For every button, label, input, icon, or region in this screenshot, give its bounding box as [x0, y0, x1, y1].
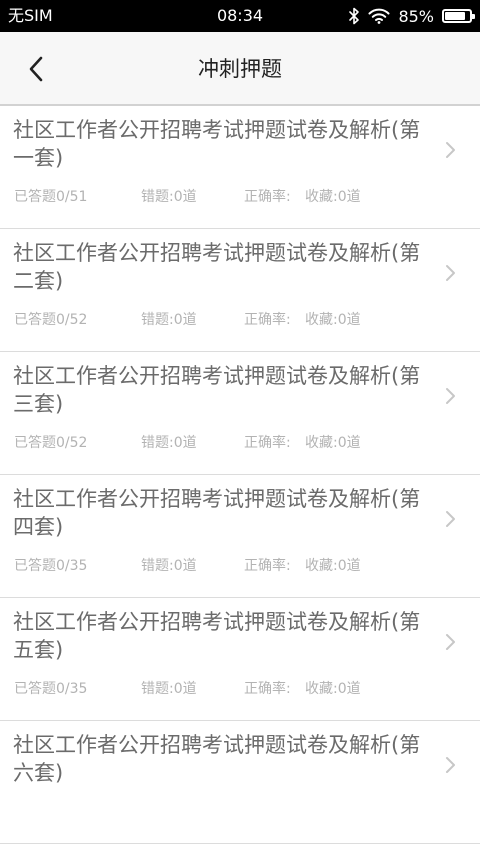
list-item[interactable]: 社区工作者公开招聘考试押题试卷及解析(第三套) 已答题0/52 错题:0道 正确… — [0, 352, 480, 475]
chevron-right-icon — [446, 757, 455, 773]
exam-title: 社区工作者公开招聘考试押题试卷及解析(第四套) — [13, 487, 421, 539]
favorites-count: 收藏:0道 — [305, 681, 361, 697]
nav-bar: 冲刺押题 — [0, 32, 480, 106]
favorites-count: 收藏:0道 — [305, 312, 361, 328]
correct-rate: 正确率: — [244, 312, 291, 328]
exam-title: 社区工作者公开招聘考试押题试卷及解析(第三套) — [13, 364, 421, 416]
exam-title: 社区工作者公开招聘考试押题试卷及解析(第六套) — [13, 733, 421, 785]
wrong-count: 错题:0道 — [141, 681, 197, 697]
answered-count: 已答题0/52 — [14, 312, 88, 328]
correct-rate: 正确率: — [244, 435, 291, 451]
list-item[interactable]: 社区工作者公开招聘考试押题试卷及解析(第一套) 已答题0/51 错题:0道 正确… — [0, 106, 480, 229]
wifi-icon — [368, 8, 390, 24]
list-item[interactable]: 社区工作者公开招聘考试押题试卷及解析(第二套) 已答题0/52 错题:0道 正确… — [0, 229, 480, 352]
wrong-count: 错题:0道 — [141, 189, 197, 205]
battery-fill — [445, 12, 466, 20]
chevron-right-icon — [446, 265, 455, 281]
answered-count: 已答题0/35 — [14, 558, 88, 574]
correct-rate: 正确率: — [244, 681, 291, 697]
chevron-left-icon — [29, 56, 43, 82]
chevron-right-icon — [446, 511, 455, 527]
page-title: 冲刺押题 — [198, 57, 282, 81]
status-bar: 无SIM 08:34 85% — [0, 0, 480, 32]
answered-count: 已答题0/52 — [14, 435, 88, 451]
battery-percent: 85% — [398, 6, 434, 26]
answered-count: 已答题0/51 — [14, 189, 88, 205]
wrong-count: 错题:0道 — [141, 435, 197, 451]
wrong-count: 错题:0道 — [141, 558, 197, 574]
exam-list: 社区工作者公开招聘考试押题试卷及解析(第一套) 已答题0/51 错题:0道 正确… — [0, 106, 480, 844]
exam-title: 社区工作者公开招聘考试押题试卷及解析(第五套) — [13, 610, 421, 662]
favorites-count: 收藏:0道 — [305, 189, 361, 205]
list-item[interactable]: 社区工作者公开招聘考试押题试卷及解析(第五套) 已答题0/35 错题:0道 正确… — [0, 598, 480, 721]
answered-count: 已答题0/35 — [14, 681, 88, 697]
exam-title: 社区工作者公开招聘考试押题试卷及解析(第一套) — [13, 118, 421, 170]
list-item[interactable]: 社区工作者公开招聘考试押题试卷及解析(第四套) 已答题0/35 错题:0道 正确… — [0, 475, 480, 598]
status-icons: 85% — [348, 0, 475, 32]
favorites-count: 收藏:0道 — [305, 435, 361, 451]
battery-icon — [442, 9, 475, 23]
correct-rate: 正确率: — [244, 189, 291, 205]
chevron-right-icon — [446, 142, 455, 158]
bluetooth-icon — [348, 7, 360, 25]
exam-title: 社区工作者公开招聘考试押题试卷及解析(第二套) — [13, 241, 421, 293]
battery-tip — [472, 14, 475, 19]
list-item[interactable]: 社区工作者公开招聘考试押题试卷及解析(第六套) — [0, 721, 480, 844]
chevron-right-icon — [446, 634, 455, 650]
back-button[interactable] — [16, 49, 56, 89]
chevron-right-icon — [446, 388, 455, 404]
correct-rate: 正确率: — [244, 558, 291, 574]
wrong-count: 错题:0道 — [141, 312, 197, 328]
favorites-count: 收藏:0道 — [305, 558, 361, 574]
